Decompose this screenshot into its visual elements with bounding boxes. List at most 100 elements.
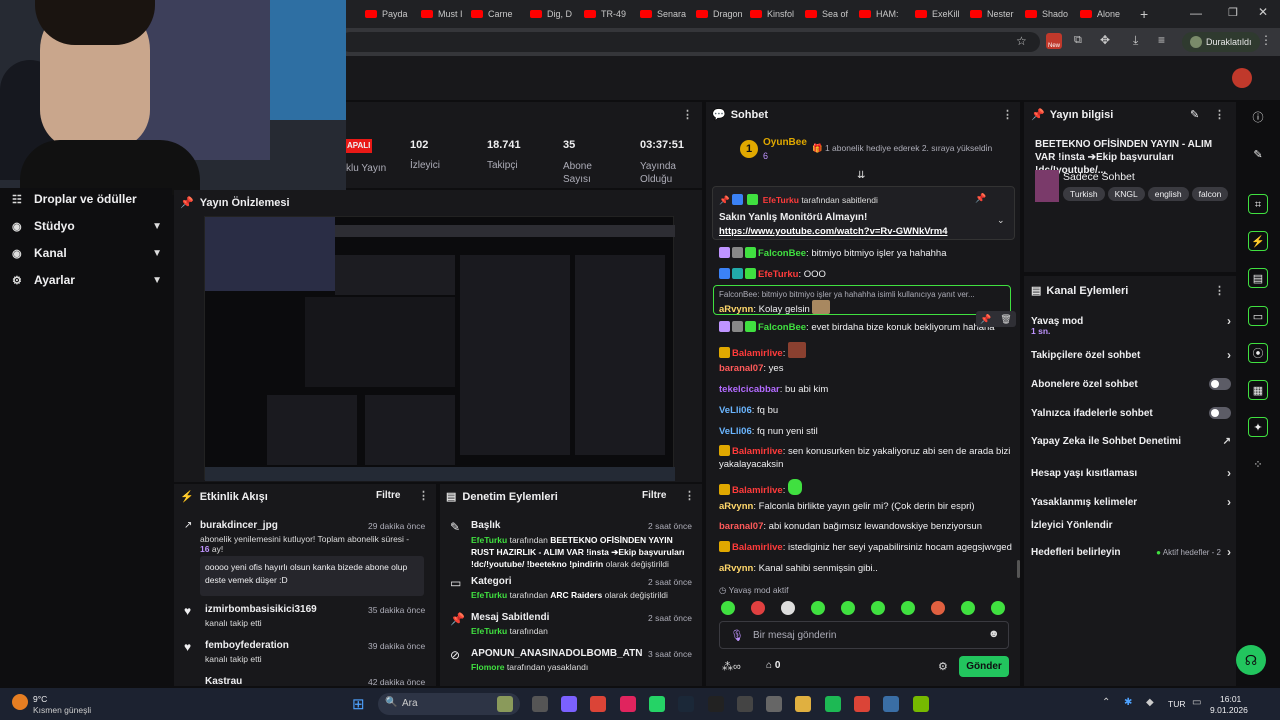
feed-user[interactable]: Kastrau [205, 676, 242, 686]
activity-filter-button[interactable]: Filtre [376, 490, 400, 501]
minimize-icon[interactable]: — [1190, 6, 1202, 20]
banned-words-row[interactable]: Yasaklanmış kelimeler › [1031, 495, 1231, 509]
new-extension-icon[interactable]: New [1046, 33, 1062, 49]
weather-icon[interactable] [12, 694, 28, 710]
wrench-icon[interactable]: ✦ [1248, 417, 1268, 437]
steam-icon[interactable] [678, 696, 694, 712]
pin-icon[interactable]: 📌 [975, 193, 986, 204]
extensions-icon[interactable]: ✥ [1100, 33, 1110, 47]
maximize-icon[interactable]: ❐ [1228, 6, 1238, 19]
emote-shortcut-icon[interactable] [871, 601, 885, 615]
feed-user[interactable]: femboyfederation [205, 640, 289, 651]
browser-tab[interactable]: Dragon [696, 4, 748, 24]
support-icon[interactable]: ☊ [1236, 645, 1266, 675]
emote-shortcut-icon[interactable] [841, 601, 855, 615]
tag[interactable]: Turkish [1063, 187, 1105, 201]
browser-tab[interactable]: TR-49 [584, 4, 636, 24]
opera-icon[interactable] [620, 696, 636, 712]
goals-row[interactable]: Hedefleri belirleyin ● Aktif hedefler - 2… [1031, 545, 1231, 559]
browser-tab[interactable]: Must I [421, 4, 473, 24]
tray-chevron-icon[interactable]: ⌃ [1102, 697, 1110, 708]
spotify-icon[interactable] [825, 696, 841, 712]
screenshot-icon[interactable]: ⧉ [1074, 34, 1082, 47]
emote-shortcut-icon[interactable] [991, 601, 1005, 615]
browser-tab[interactable]: Dig, D [530, 4, 582, 24]
url-field[interactable] [340, 32, 1040, 52]
browser-tab[interactable]: Nester [970, 4, 1022, 24]
emote-shortcut-icon[interactable] [901, 601, 915, 615]
browser-tab[interactable]: ExeKill [915, 4, 967, 24]
chrome-icon[interactable] [854, 696, 870, 712]
feed-user[interactable]: izmirbombasisikici3169 [205, 604, 317, 615]
photos-icon[interactable] [883, 696, 899, 712]
pin-icon[interactable]: 📌 [980, 314, 991, 325]
pinned-user[interactable]: EfeTurku [763, 195, 799, 205]
emote-shortcut-icon[interactable] [961, 601, 975, 615]
game-icon[interactable] [497, 696, 513, 712]
browser-tab[interactable]: Shado [1025, 4, 1077, 24]
file-explorer-icon[interactable] [532, 696, 548, 712]
clock-date[interactable]: 9.01.2026 [1210, 705, 1248, 715]
close-window-icon[interactable]: ✕ [1258, 5, 1268, 19]
tag[interactable]: falcon [1191, 187, 1229, 201]
microphone-icon[interactable]: 🎙 [730, 629, 744, 642]
info-icon[interactable]: ⓘ [1248, 108, 1268, 128]
bolt-icon[interactable]: ⚡ [1248, 231, 1268, 251]
reading-list-icon[interactable]: ≡ [1158, 33, 1165, 47]
bookmark-star-icon[interactable]: ☆ [1016, 34, 1027, 48]
browser-tab[interactable]: Sea of [805, 4, 857, 24]
browser-tab[interactable]: Payda [365, 4, 417, 24]
new-tab-button[interactable]: + [1140, 6, 1148, 22]
clip-icon[interactable]: ⌗ [1248, 194, 1268, 214]
activity-menu-icon[interactable]: ⋮ [418, 489, 429, 502]
nav-item-settings[interactable]: ⚙ Ayarlar ▼ [12, 270, 162, 290]
capture-icon[interactable] [737, 696, 753, 712]
tag[interactable]: KNGL [1107, 187, 1145, 201]
raid-row[interactable]: İzleyici Yönlendir [1031, 520, 1231, 531]
profile-button[interactable]: Duraklatıldı [1182, 32, 1260, 52]
browser-tab[interactable]: Alone [1080, 4, 1132, 24]
mod-actor[interactable]: EfeTurku [471, 590, 507, 600]
browser-tab[interactable]: Carne [471, 4, 523, 24]
emote-picker-icon[interactable]: ☻ [988, 628, 1000, 640]
feed-user[interactable]: burakdincer_jpg [200, 520, 278, 531]
slow-mode-row[interactable]: Yavaş mod › [1031, 314, 1231, 328]
language-indicator[interactable]: TUR [1168, 699, 1185, 709]
ai-moderation-row[interactable]: Yapay Zeka ile Sohbet Denetimi ↗ [1031, 436, 1231, 447]
chat-menu-icon[interactable]: ⋮ [1002, 108, 1013, 121]
followers-only-row[interactable]: Takipçilere özel sohbet › [1031, 348, 1231, 362]
chat-bubble-icon[interactable]: ▭ [1248, 306, 1268, 326]
mod-actor[interactable]: EfeTurku [471, 535, 507, 545]
preview-video[interactable] [204, 216, 675, 481]
moderation-menu-icon[interactable]: ⋮ [684, 489, 695, 502]
user-avatar[interactable] [1232, 68, 1252, 88]
browser-menu-icon[interactable]: ⋮ [1260, 33, 1272, 47]
add-widget-icon[interactable]: ⁘ [1248, 455, 1268, 475]
account-age-row[interactable]: Hesap yaşı kısıtlaması › [1031, 466, 1231, 480]
channel-actions-menu-icon[interactable]: ⋮ [1214, 284, 1225, 297]
notes-icon[interactable]: ▤ [1248, 268, 1268, 288]
stream-info-menu-icon[interactable]: ⋮ [1214, 108, 1225, 121]
browser-tab[interactable]: Senara [640, 4, 692, 24]
channel-points-icon[interactable]: ⁂∞ [722, 660, 741, 673]
settings-icon[interactable] [766, 696, 782, 712]
chat-scrollbar[interactable] [1017, 560, 1020, 578]
edit-icon[interactable]: ✎ [1248, 145, 1268, 165]
chrome-icon[interactable] [590, 696, 606, 712]
emote-only-toggle[interactable] [1209, 407, 1231, 419]
emote-shortcut-icon[interactable] [751, 601, 765, 615]
send-button[interactable]: Gönder [959, 656, 1009, 677]
tray-app-icon[interactable]: ◆ [1146, 697, 1154, 708]
moderation-filter-button[interactable]: Filtre [642, 490, 666, 501]
broadcast-icon[interactable]: ⦿ [1248, 343, 1268, 363]
folder-icon[interactable] [795, 696, 811, 712]
emote-shortcut-icon[interactable] [781, 601, 795, 615]
chevron-down-icon[interactable]: ⌄ [997, 215, 1005, 226]
collapse-icon[interactable]: ⇊ [857, 170, 865, 181]
whatsapp-icon[interactable] [649, 696, 665, 712]
emote-shortcut-icon[interactable] [811, 601, 825, 615]
mod-view-icon[interactable]: ▦ [1248, 380, 1268, 400]
network-icon[interactable]: ▭ [1192, 697, 1201, 708]
category-thumbnail[interactable] [1035, 170, 1059, 202]
edit-icon[interactable]: ✎ [1190, 108, 1199, 121]
